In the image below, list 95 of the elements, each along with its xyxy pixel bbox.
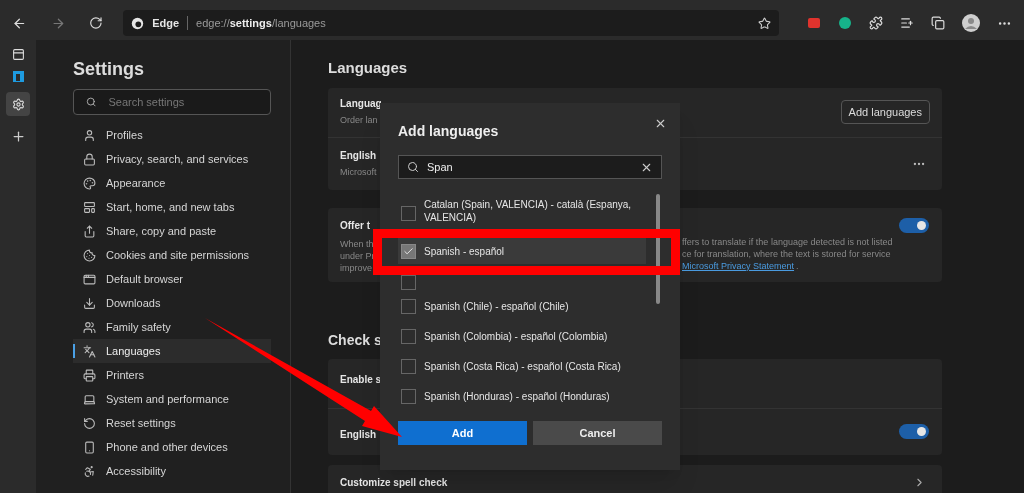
browser-window-icon (83, 272, 96, 286)
family-icon (83, 320, 96, 334)
extension-circle-icon[interactable] (838, 16, 852, 30)
checkbox[interactable] (401, 298, 416, 314)
row-title: English (340, 428, 377, 442)
extensions-icon[interactable] (869, 16, 883, 30)
accessibility-icon (83, 464, 96, 478)
reset-icon (83, 416, 96, 430)
sidebar-item[interactable]: Printers (73, 363, 271, 387)
row-description: ffers to translate if the language detected is not listed (682, 235, 893, 248)
app-tab-icon[interactable] (11, 70, 25, 83)
gear-icon (11, 97, 25, 111)
toggle-switch[interactable] (899, 217, 929, 233)
row-description: ce for translation, where the text is stored for service (682, 247, 892, 260)
sidebar-item[interactable]: Cookies and site permissions (73, 243, 271, 267)
checkbox[interactable] (401, 243, 416, 259)
language-label: Catalan (Spain, VALENCIA) - català (Espanya, VALENCIA) (424, 198, 633, 224)
language-search-field[interactable]: Span (398, 155, 662, 179)
browser-name: Edge (152, 15, 180, 31)
sidebar-item[interactable]: Languages (73, 339, 271, 363)
tabs-icon (83, 200, 96, 214)
sidebar-item[interactable]: Phone and other devices (73, 435, 271, 459)
sidebar-item[interactable]: Default browser (73, 267, 271, 291)
cancel-button[interactable]: Cancel (533, 421, 662, 445)
dialog-title: Add languages (398, 122, 499, 141)
language-label: Spanish (Costa Rica) - español (Costa Rica) (424, 359, 621, 373)
favorites-icon[interactable] (900, 16, 914, 30)
row-description: Microsoft (340, 165, 377, 179)
browser-logo-icon (131, 16, 145, 30)
language-icon (83, 344, 96, 358)
sidebar-item[interactable]: Appearance (73, 171, 271, 195)
row-title: Customize spell check (340, 476, 448, 490)
phone-icon (83, 440, 96, 454)
new-tab-icon[interactable] (10, 129, 26, 144)
share-icon (83, 224, 96, 238)
laptop-icon (83, 392, 96, 406)
checkbox[interactable] (401, 358, 416, 374)
printer-icon (83, 368, 96, 382)
language-option[interactable]: Spanish (Chile) - español (Chile) (398, 291, 646, 321)
language-option[interactable]: Spanish - español (398, 238, 646, 264)
language-label: Spanish (Honduras) - español (Honduras) (424, 389, 610, 403)
row-title: English (340, 148, 377, 163)
checkbox[interactable] (401, 388, 416, 404)
language-label: Spanish - español (424, 244, 505, 258)
settings-card[interactable]: Customize spell check (328, 464, 942, 493)
sidebar-title: Settings (73, 58, 145, 81)
search-icon (86, 96, 97, 108)
lock-icon (83, 152, 96, 166)
add-languages-button[interactable]: Add languages (840, 100, 930, 124)
add-button[interactable]: Add (398, 421, 527, 445)
profile-avatar-icon[interactable] (962, 14, 980, 32)
checkbox[interactable] (401, 328, 416, 344)
sidebar-item[interactable]: Privacy, search, and services (73, 147, 271, 171)
refresh-icon[interactable] (89, 16, 104, 30)
sidebar-item[interactable]: Start, home, and new tabs (73, 195, 271, 219)
url-text: edge://settings/languages (196, 15, 326, 31)
close-icon[interactable] (654, 117, 667, 130)
sidebar-item[interactable]: Downloads (73, 291, 271, 315)
palette-icon (83, 176, 96, 190)
language-label: Spanish (Colombia) - español (Colombia) (424, 329, 608, 343)
language-search-input[interactable]: Span (427, 158, 632, 176)
address-bar[interactable]: Edge edge://settings/languages (123, 10, 779, 36)
section-heading: Languages (328, 58, 409, 78)
row-title: Languag (340, 97, 382, 112)
download-icon (83, 296, 96, 310)
checkbox[interactable] (401, 275, 416, 290)
privacy-statement-link[interactable]: Microsoft Privacy Statement (682, 259, 795, 272)
sidebar-item[interactable]: Reset settings (73, 411, 271, 435)
search-icon (407, 161, 419, 173)
row-description: When th (340, 237, 375, 250)
favorite-star-icon[interactable] (758, 16, 771, 30)
sidebar-item[interactable]: Share, copy and paste (73, 219, 271, 243)
link-period: . (796, 259, 799, 272)
sidebar-item[interactable]: Accessibility (73, 459, 271, 483)
language-label: Spanish (Chile) - español (Chile) (424, 299, 569, 313)
search-settings-field[interactable]: Search settings (73, 89, 271, 115)
tab-actions-icon[interactable] (11, 48, 25, 61)
row-title: Offer t (340, 218, 371, 233)
profile-icon (83, 128, 96, 142)
language-option[interactable]: Catalan (Spain, VALENCIA) - català (Espanya, VALENCIA) (398, 194, 646, 229)
cookie-icon (83, 248, 96, 262)
checkbox[interactable] (401, 206, 416, 221)
row-description: Order lan (340, 114, 379, 128)
sidebar-item[interactable]: Family safety (73, 315, 271, 339)
search-input[interactable]: Search settings (108, 93, 258, 111)
sidebar-item[interactable]: System and performance (73, 387, 271, 411)
toggle-switch[interactable] (899, 424, 929, 439)
language-option[interactable]: Spanish (Costa Rica) - español (Costa Rica) (398, 351, 646, 381)
language-option[interactable]: Spanish (Colombia) - español (Colombia) (398, 321, 646, 351)
language-option[interactable]: Spanish (Honduras) - español (Honduras) (398, 381, 646, 411)
row-description: improve (340, 261, 373, 274)
checkmark-icon (403, 245, 414, 257)
collections-icon[interactable] (931, 16, 945, 30)
sidebar-item[interactable]: Profiles (73, 123, 271, 147)
settings-tab[interactable] (6, 92, 30, 116)
